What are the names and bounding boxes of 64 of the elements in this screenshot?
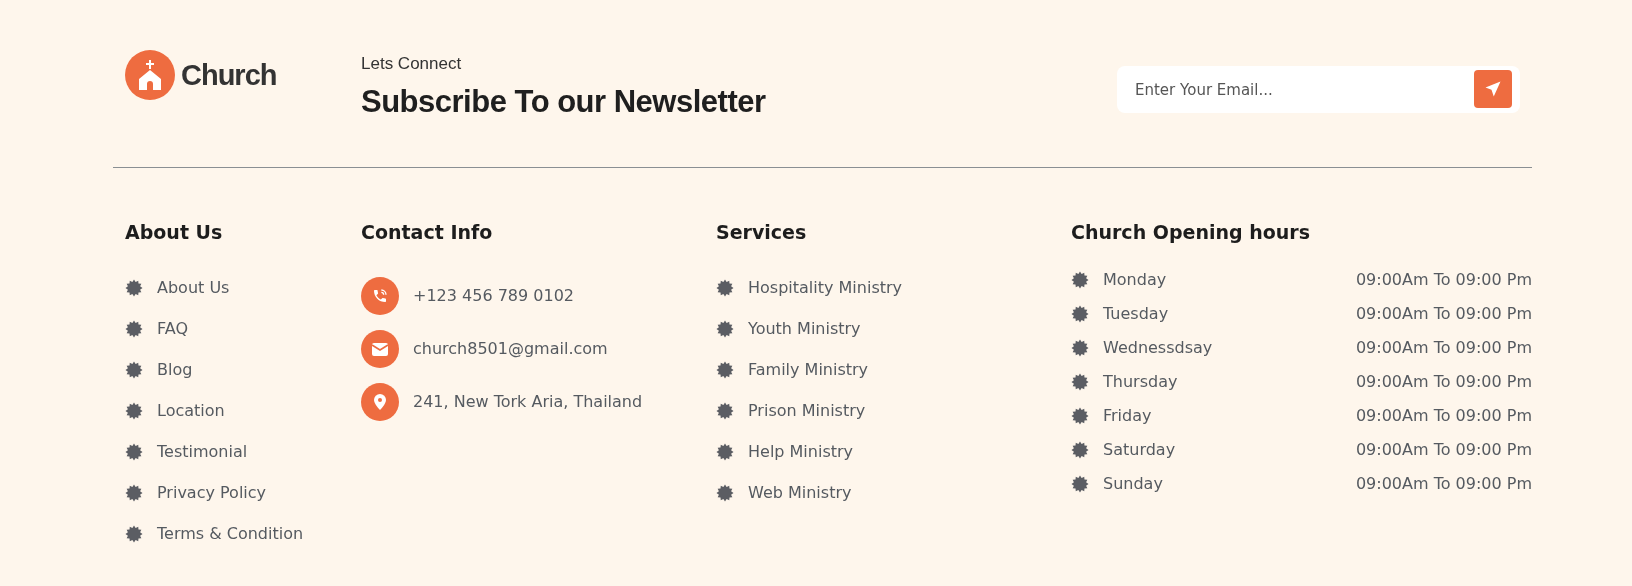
envelope-icon: [372, 342, 388, 356]
footer-link[interactable]: About Us: [157, 277, 230, 299]
footer-link[interactable]: FAQ: [157, 318, 188, 340]
hours-text: 09:00Am To 09:00 Pm: [1355, 473, 1532, 495]
column-heading: Services: [716, 221, 807, 243]
phone-icon: [372, 288, 388, 304]
hours-text: 09:00Am To 09:00 Pm: [1355, 371, 1532, 393]
church-logo-icon: [125, 50, 175, 100]
service-link[interactable]: Hospitality Ministry: [748, 277, 903, 299]
column-heading: Church Opening hours: [1071, 221, 1310, 243]
email-field[interactable]: Enter Your Email...: [1117, 66, 1520, 113]
badge-bullet-icon: [1071, 305, 1089, 323]
brand-name: Church: [181, 58, 277, 92]
badge-bullet-icon: [716, 443, 734, 461]
contact-text: +123 456 789 0102: [413, 285, 574, 307]
send-button[interactable]: [1474, 70, 1512, 108]
badge-bullet-icon: [1071, 373, 1089, 391]
badge-bullet-icon: [125, 443, 143, 461]
footer-link[interactable]: Testimonial: [157, 441, 248, 463]
badge-bullet-icon: [1071, 441, 1089, 459]
badge-bullet-icon: [125, 361, 143, 379]
badge-bullet-icon: [1071, 271, 1089, 289]
hours-text: 09:00Am To 09:00 Pm: [1355, 303, 1532, 325]
newsletter-title: Subscribe To our Newsletter: [361, 84, 767, 120]
badge-bullet-icon: [125, 279, 143, 297]
service-link[interactable]: Web Ministry: [748, 482, 852, 504]
service-link[interactable]: Family Ministry: [748, 359, 869, 381]
badge-bullet-icon: [125, 402, 143, 420]
day-label: Tuesday: [1103, 303, 1169, 325]
day-label: Wednessdsay: [1103, 337, 1213, 359]
day-label: Monday: [1103, 269, 1167, 291]
footer-link[interactable]: Blog: [157, 359, 193, 381]
day-label: Friday: [1103, 405, 1152, 427]
badge-bullet-icon: [1071, 475, 1089, 493]
badge-bullet-icon: [125, 525, 143, 543]
badge-bullet-icon: [125, 484, 143, 502]
footer-link[interactable]: Location: [157, 400, 225, 422]
hours-text: 09:00Am To 09:00 Pm: [1355, 405, 1532, 427]
contact-text: 241, New Tork Aria, Thailand: [413, 391, 643, 413]
hours-text: 09:00Am To 09:00 Pm: [1355, 439, 1532, 461]
paper-plane-icon: [1484, 80, 1502, 98]
badge-bullet-icon: [1071, 339, 1089, 357]
badge-bullet-icon: [716, 484, 734, 502]
hours-text: 09:00Am To 09:00 Pm: [1355, 337, 1532, 359]
newsletter-eyebrow: Lets Connect: [361, 54, 463, 74]
badge-bullet-icon: [716, 402, 734, 420]
service-link[interactable]: Help Ministry: [748, 441, 854, 463]
contact-text: church8501@gmail.com: [413, 338, 608, 360]
column-heading: Contact Info: [361, 221, 493, 243]
footer-link[interactable]: Privacy Policy: [157, 482, 267, 504]
column-heading: About Us: [125, 221, 223, 243]
footer-link[interactable]: Terms & Condition: [157, 523, 304, 545]
badge-bullet-icon: [716, 361, 734, 379]
map-pin-icon: [374, 394, 386, 410]
service-link[interactable]: Youth Ministry: [748, 318, 861, 340]
badge-bullet-icon: [1071, 407, 1089, 425]
badge-bullet-icon: [716, 320, 734, 338]
hours-text: 09:00Am To 09:00 Pm: [1355, 269, 1532, 291]
service-link[interactable]: Prison Ministry: [748, 400, 866, 422]
day-label: Sunday: [1103, 473, 1163, 495]
day-label: Saturday: [1103, 439, 1176, 461]
badge-bullet-icon: [716, 279, 734, 297]
badge-bullet-icon: [125, 320, 143, 338]
day-label: Thursday: [1103, 371, 1178, 393]
